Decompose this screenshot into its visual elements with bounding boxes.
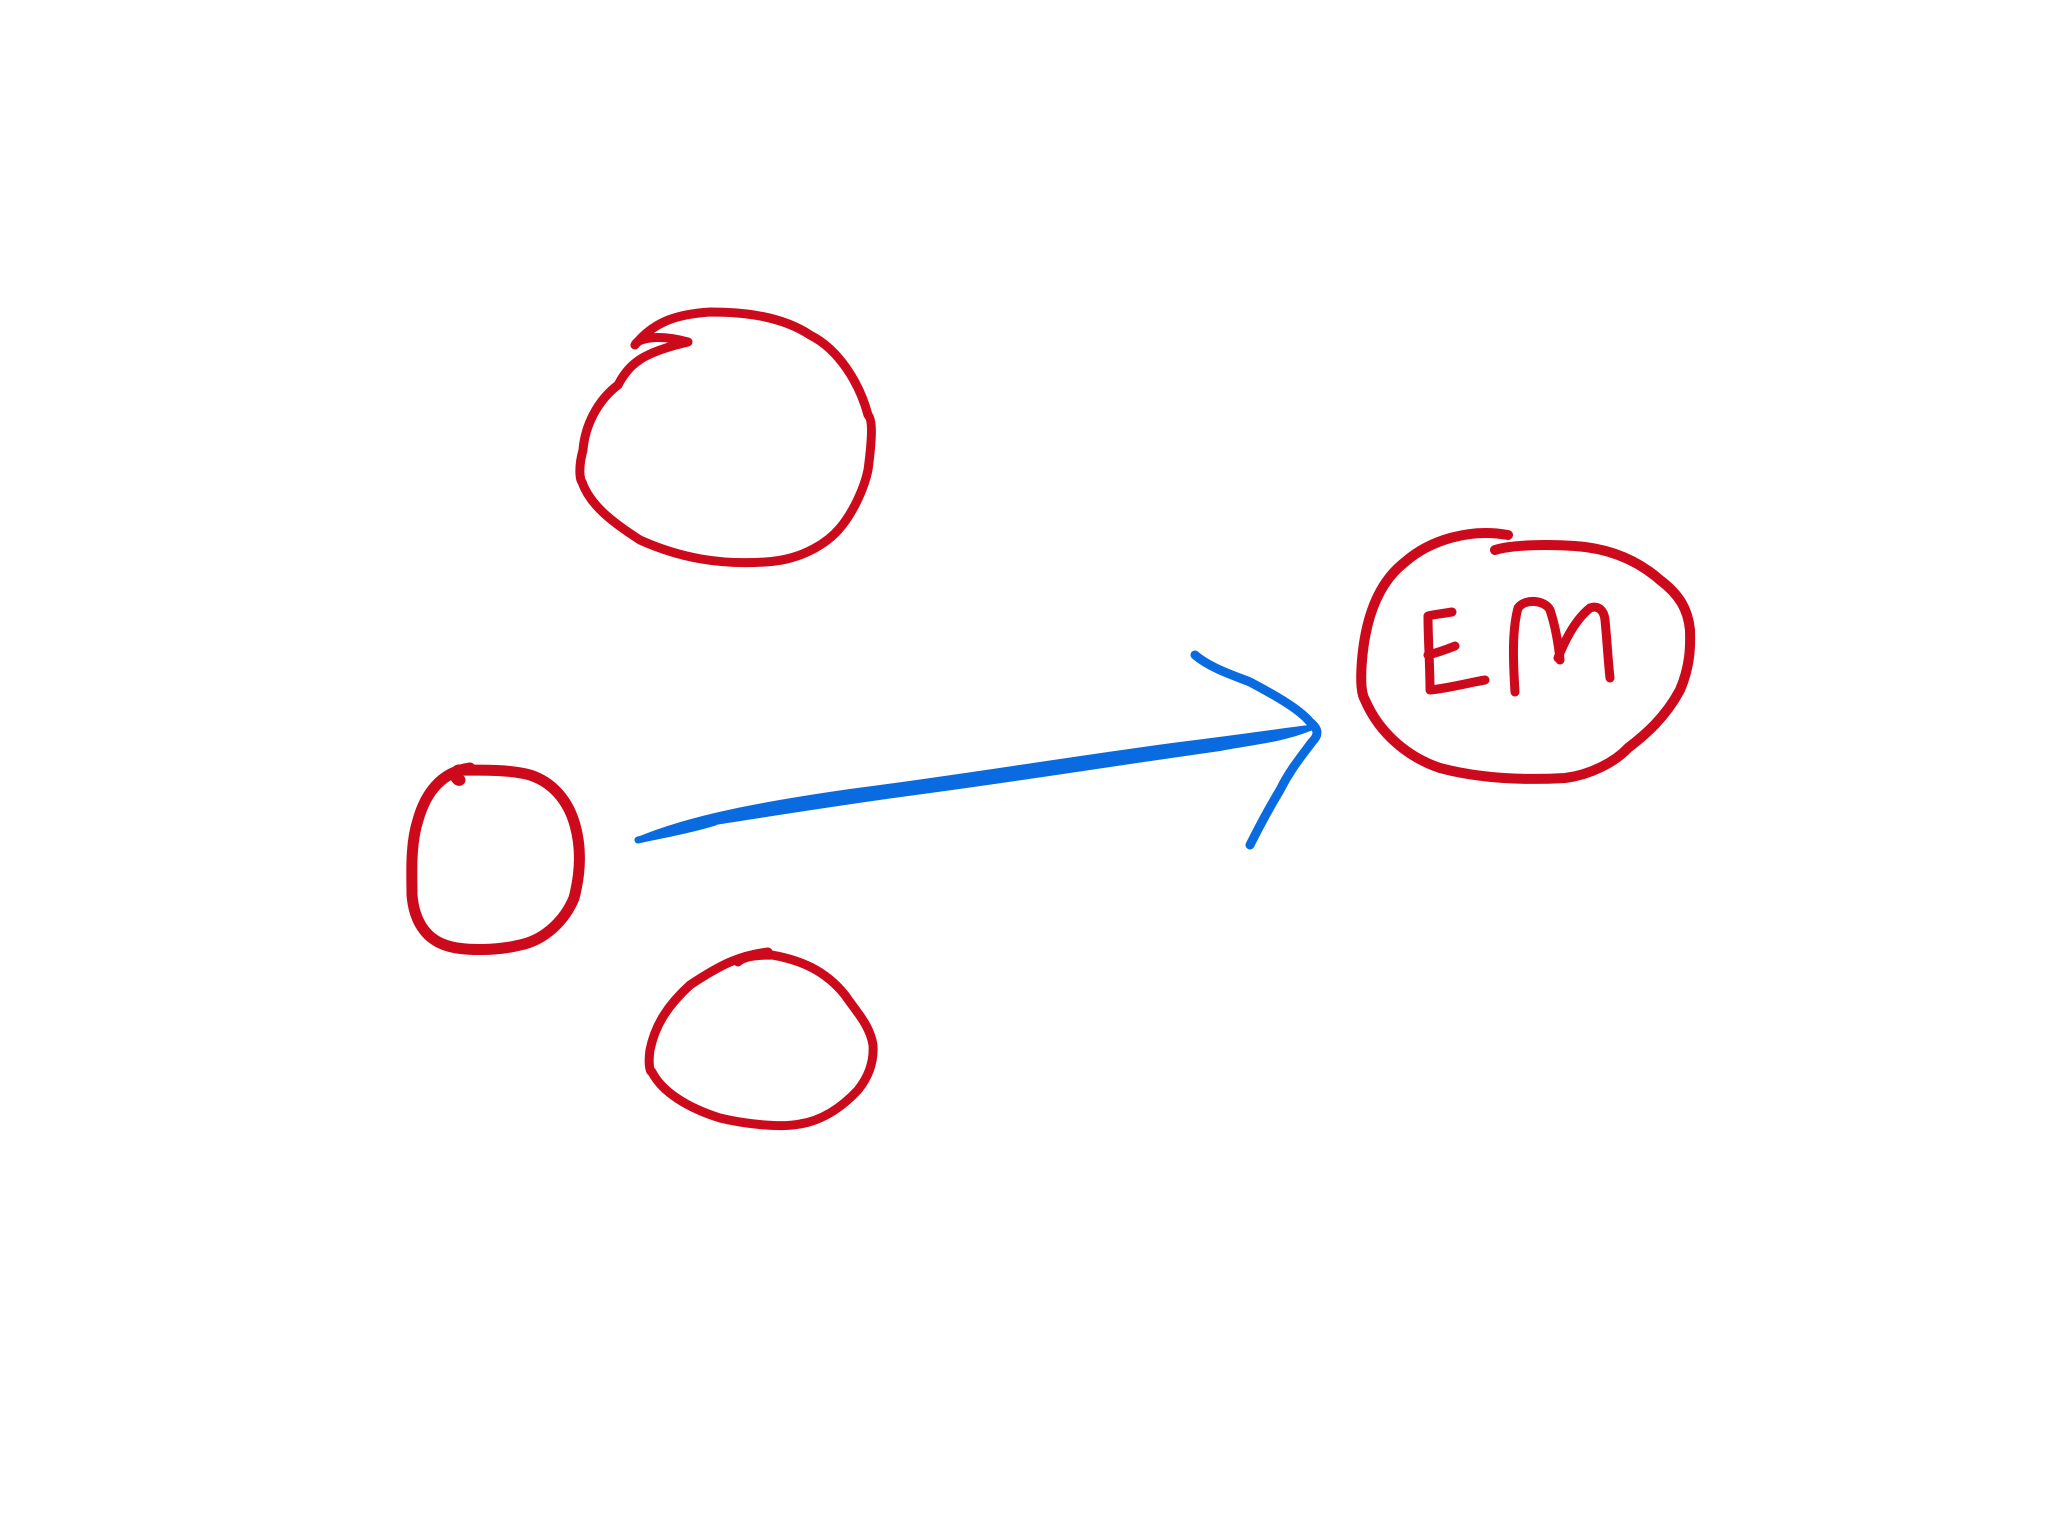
node-target-label: EM [1450,651,1617,763]
node-target[interactable]: EM [1356,528,1696,784]
node-top-outline [575,307,876,568]
node-top[interactable] [575,307,876,568]
edge-left-to-target[interactable] [634,650,1322,850]
arrow-shaft [635,725,1313,843]
diagram-canvas: EM [406,307,1696,1131]
node-left[interactable] [406,762,585,956]
node-left-outline [406,762,585,956]
node-bottom-outline [644,947,878,1131]
node-bottom[interactable] [644,947,878,1131]
